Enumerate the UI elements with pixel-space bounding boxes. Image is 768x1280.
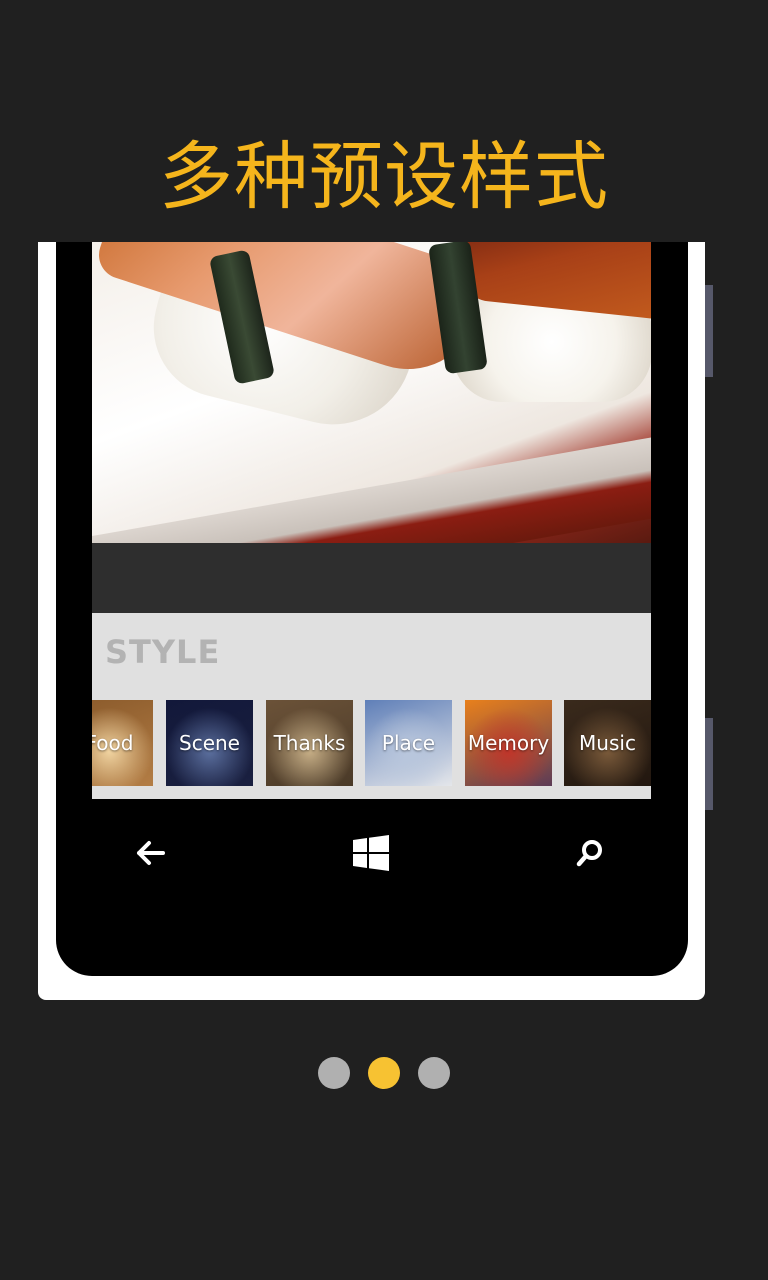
pagination-dot-1[interactable] [318, 1057, 350, 1089]
windows-logo-icon [353, 835, 389, 871]
photo-caption-band [92, 543, 651, 613]
pagination-dot-3[interactable] [418, 1057, 450, 1089]
pagination-dot-2[interactable] [368, 1057, 400, 1089]
search-button[interactable] [550, 825, 630, 881]
page-headline: 多种预设样式 [159, 134, 609, 220]
style-tile-label: Thanks [273, 731, 346, 755]
style-tile-music[interactable]: Music [564, 700, 651, 786]
style-tile-food[interactable]: Food [92, 700, 153, 786]
phone-screen: STYLE Food Scene Thanks Place Memory Mus… [92, 242, 651, 799]
style-tile-label: Scene [179, 731, 240, 755]
style-tile-label: Food [92, 731, 134, 755]
phone-side-button-upper [705, 285, 713, 377]
phone-side-button-lower [705, 718, 713, 810]
style-tile-scene[interactable]: Scene [166, 700, 253, 786]
style-tile-place[interactable]: Place [365, 700, 452, 786]
search-icon [576, 840, 602, 867]
style-panel: STYLE Food Scene Thanks Place Memory Mus… [92, 613, 651, 799]
home-button[interactable] [331, 825, 411, 881]
style-tile-label: Music [579, 731, 636, 755]
back-button[interactable] [111, 825, 191, 881]
style-tile-thanks[interactable]: Thanks [266, 700, 353, 786]
style-tile-memory[interactable]: Memory [465, 700, 552, 786]
back-arrow-icon [137, 841, 165, 865]
pagination-dots [0, 1057, 768, 1089]
style-title: STYLE [105, 633, 221, 671]
style-tile-label: Place [381, 731, 436, 755]
style-tile-label: Memory [467, 731, 550, 755]
sushi-photo [92, 242, 651, 543]
